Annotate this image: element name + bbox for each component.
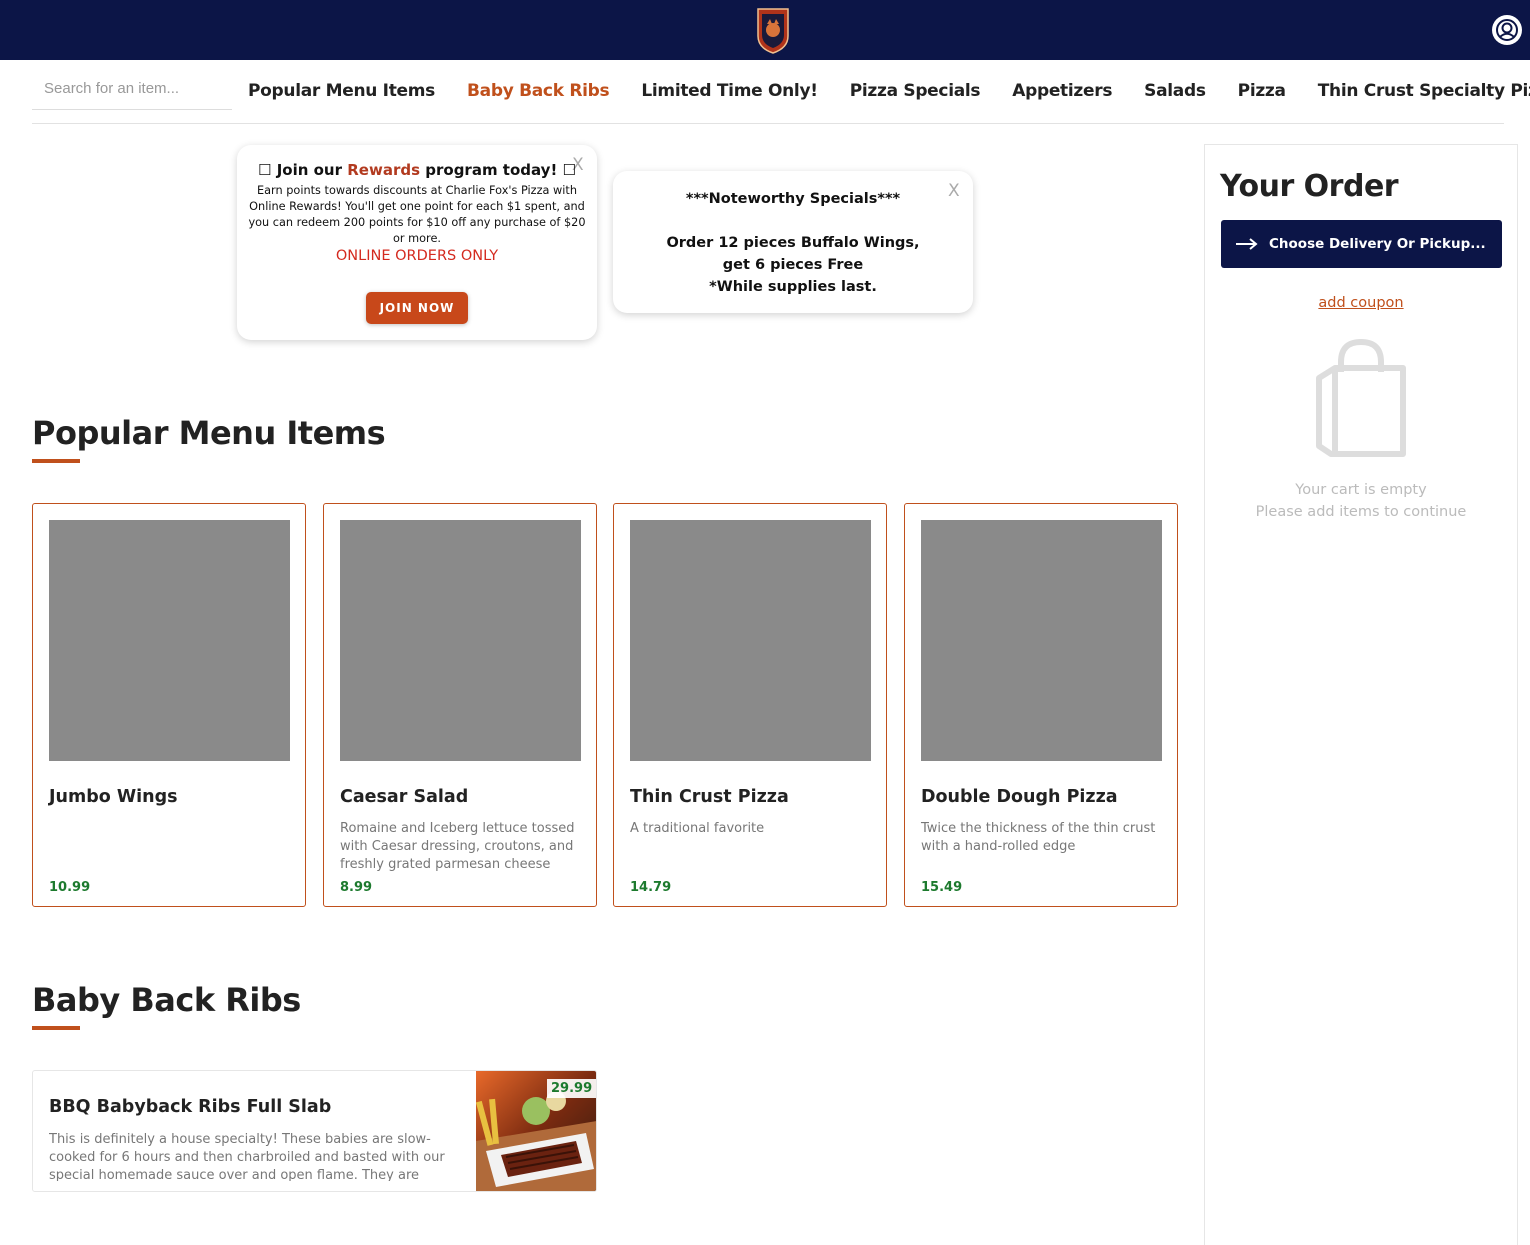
order-panel: Your Order Choose Delivery Or Pickup... … [1204, 144, 1518, 1245]
nav-tab[interactable]: Pizza [1238, 81, 1286, 101]
charlie-fox-logo[interactable] [755, 6, 791, 54]
arrow-right-icon [1236, 238, 1258, 250]
section-underline [32, 1026, 80, 1030]
menu-item-card[interactable]: BBQ Babyback Ribs Full Slab This is defi… [32, 1070, 597, 1192]
category-nav: Popular Menu Items Baby Back Ribs Limited … [248, 68, 1530, 114]
item-description: Twice the thickness of the thin crust wi… [921, 821, 1156, 854]
search-input[interactable]: Search for an item... [32, 68, 232, 110]
nav-tab[interactable]: Limited Time Only! [641, 81, 818, 101]
item-price: 15.49 [921, 880, 963, 895]
item-price: 8.99 [340, 880, 373, 895]
choose-delivery-button[interactable]: Choose Delivery Or Pickup... [1221, 220, 1502, 268]
item-name: Caesar Salad [340, 787, 469, 807]
item-description: This is definitely a house specialty! Th… [49, 1132, 445, 1181]
add-coupon-link[interactable]: add coupon [1205, 295, 1517, 311]
rewards-highlight: Rewards [347, 161, 421, 179]
nav-tab[interactable]: Appetizers [1012, 81, 1112, 101]
delivery-label: Choose Delivery Or Pickup... [1269, 236, 1486, 252]
specials-text: ***Noteworthy Specials*** Order 12 piece… [666, 191, 920, 295]
shopping-bag-icon [1316, 338, 1406, 457]
online-orders-only-label: ONLINE ORDERS ONLY [335, 248, 499, 264]
top-header [0, 0, 1530, 60]
ribs-section-title: Baby Back Ribs [32, 981, 301, 1019]
item-name: Thin Crust Pizza [630, 787, 789, 807]
nav-tab[interactable]: Thin Crust Specialty Pizza [1318, 81, 1530, 101]
item-price: 29.99 [547, 1079, 596, 1098]
item-image-placeholder [630, 520, 871, 761]
nav-tab[interactable]: Baby Back Ribs [467, 81, 610, 101]
rewards-title: ☐ Join our Rewards program today! ☐ [258, 161, 576, 179]
nav-tab[interactable]: Pizza Specials [850, 81, 981, 101]
item-name: Double Dough Pizza [921, 787, 1118, 807]
item-name: Jumbo Wings [49, 787, 178, 807]
nav-tab[interactable]: Salads [1144, 81, 1206, 101]
item-price: 10.99 [49, 880, 91, 895]
menu-item-card[interactable]: Thin Crust Pizza A traditional favorite 14… [613, 503, 887, 907]
gift-icon: ☐ [562, 161, 576, 179]
cart-empty-text: Your cart is empty [1295, 482, 1427, 498]
menu-item-card[interactable]: Jumbo Wings 10.99 [32, 503, 306, 907]
item-price: 14.79 [630, 880, 672, 895]
rewards-promo-card: X ☐ Join our Rewards program today! ☐ Ea… [237, 145, 597, 340]
popular-section-title: Popular Menu Items [32, 414, 386, 452]
account-icon[interactable] [1492, 15, 1522, 45]
cart-empty-hint: Please add items to continue [1255, 504, 1467, 520]
specials-promo-card: X ***Noteworthy Specials*** Order 12 pie… [613, 171, 973, 313]
gift-icon: ☐ [258, 161, 272, 179]
nav-tab[interactable]: Popular Menu Items [248, 81, 435, 101]
item-description: Romaine and Iceberg lettuce tossed with … [340, 821, 575, 872]
rewards-description: Earn points towards discounts at Charlie… [248, 184, 586, 245]
menu-item-card[interactable]: Double Dough Pizza Twice the thickness of… [904, 503, 1178, 907]
item-image-placeholder [49, 520, 290, 761]
nav-divider [32, 123, 1504, 124]
item-image-placeholder [340, 520, 581, 761]
section-underline [32, 459, 80, 463]
item-image-placeholder [921, 520, 1162, 761]
join-now-button[interactable]: JOIN NOW [366, 292, 468, 324]
item-name: BBQ Babyback Ribs Full Slab [49, 1097, 332, 1117]
menu-item-card[interactable]: Caesar Salad Romaine and Iceberg lettuce … [323, 503, 597, 907]
item-description: A traditional favorite [630, 821, 765, 836]
order-title: Your Order [1220, 169, 1399, 204]
